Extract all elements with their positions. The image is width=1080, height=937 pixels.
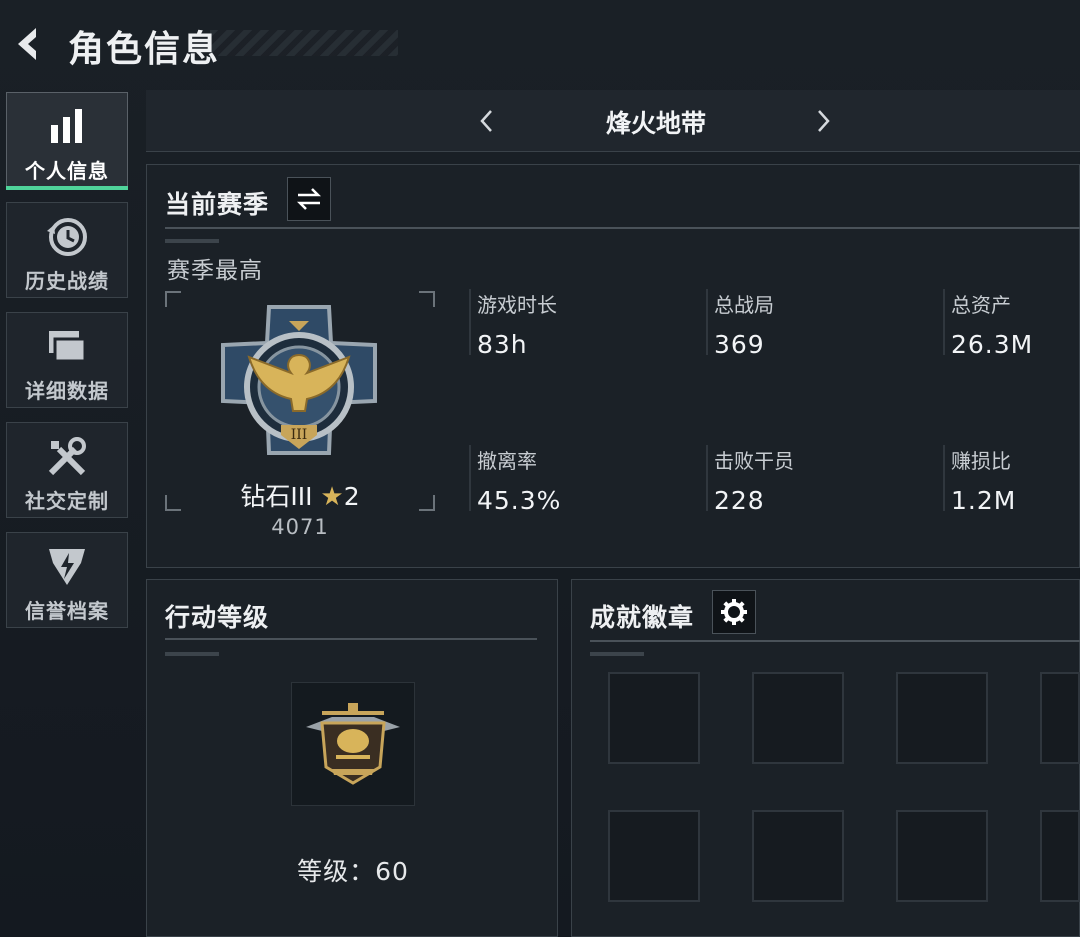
sidebar-item-social[interactable]: 社交定制 [6, 422, 128, 518]
divider-dash [165, 239, 219, 243]
divider [590, 640, 1080, 642]
action-level-value: 等级：60 [297, 857, 409, 886]
svg-text:III: III [291, 427, 308, 443]
mode-name: 烽火地带 [605, 109, 706, 138]
season-panel: 当前赛季 赛季最高 III 钻石III ★2 4071 游戏时长 83h 总战局… [146, 164, 1080, 568]
page-title: 角色信息 [68, 29, 221, 70]
star-icon: ★ [320, 482, 344, 512]
stat-label: 赚损比 [951, 449, 1011, 473]
stat-profit-loss-ratio: 赚损比 1.2M [943, 445, 1079, 515]
stat-total-assets: 总资产 26.3M [943, 289, 1079, 359]
rank-score: 4071 [271, 515, 329, 539]
sidebar-item-label: 历史战绩 [25, 269, 109, 293]
level-emblem-frame [291, 682, 415, 806]
sidebar-item-label: 社交定制 [25, 489, 109, 513]
stat-label: 撤离率 [477, 449, 537, 473]
action-level-title: 行动等级 [165, 603, 270, 632]
back-arrow-icon [18, 28, 36, 60]
stat-value: 228 [714, 486, 765, 515]
badge-slot[interactable] [1040, 672, 1080, 764]
title-decoration [210, 30, 398, 56]
top-bar: 角色信息 [0, 0, 1080, 88]
history-clock-icon [45, 215, 89, 259]
stat-value: 369 [714, 330, 765, 359]
stat-value: 83h [477, 330, 528, 359]
rank-line: 钻石III ★2 [147, 477, 453, 513]
stacked-cards-icon [45, 325, 89, 369]
stat-operators-defeated: 击败干员 228 [706, 445, 926, 515]
gear-icon [721, 599, 747, 625]
chevron-left-icon [480, 110, 492, 132]
badge-slot[interactable] [1040, 810, 1080, 902]
helicopter-emblem-icon [306, 703, 400, 785]
rank-name: 钻石III [240, 482, 313, 511]
mode-selector: 烽火地带 [146, 90, 1080, 152]
stat-value: 45.3% [477, 486, 562, 515]
sidebar-item-label: 详细数据 [25, 379, 109, 403]
rank-stars: 2 [343, 482, 360, 511]
divider-dash [165, 652, 219, 656]
stat-total-matches: 总战局 369 [706, 289, 926, 359]
divider-dash [590, 652, 644, 656]
badge-slot[interactable] [752, 810, 844, 902]
badge-slot[interactable] [608, 810, 700, 902]
stat-label: 游戏时长 [477, 293, 557, 317]
badge-slot[interactable] [896, 810, 988, 902]
divider [165, 638, 537, 640]
sidebar-item-label: 信誉档案 [25, 599, 109, 623]
sidebar-item-credit[interactable]: 信誉档案 [6, 532, 128, 628]
sidebar-item-personal-info[interactable]: 个人信息 [6, 92, 128, 190]
shield-badge-icon [45, 545, 89, 589]
season-title: 当前赛季 [165, 190, 270, 219]
badge-slot[interactable] [752, 672, 844, 764]
action-level-panel: 行动等级 等级：60 [146, 579, 558, 937]
back-button[interactable] [8, 24, 48, 64]
badges-title: 成就徽章 [590, 603, 695, 632]
stat-label: 总资产 [951, 293, 1011, 317]
season-best-label: 赛季最高 [167, 258, 263, 284]
rank-medal-icon: III [221, 305, 377, 455]
stat-value: 1.2M [951, 486, 1017, 515]
badge-settings-button[interactable] [712, 590, 756, 634]
sidebar-item-detail-data[interactable]: 详细数据 [6, 312, 128, 408]
stat-extraction-rate: 撤离率 45.3% [469, 445, 689, 515]
divider [165, 227, 1080, 229]
chevron-right-icon [818, 110, 830, 132]
badge-slot[interactable] [896, 672, 988, 764]
tools-icon [45, 435, 89, 479]
sidebar: 个人信息 历史战绩 详细数据 社交定制 信誉档案 [6, 92, 130, 642]
bar-chart-icon [45, 105, 89, 149]
stat-label: 击败干员 [714, 449, 794, 473]
achievement-badges-panel: 成就徽章 [571, 579, 1080, 937]
stat-label: 总战局 [714, 293, 774, 317]
swap-arrows-icon [296, 188, 322, 210]
badge-slot[interactable] [608, 672, 700, 764]
stat-play-time: 游戏时长 83h [469, 289, 689, 359]
sidebar-item-history[interactable]: 历史战绩 [6, 202, 128, 298]
next-mode-button[interactable] [810, 107, 836, 135]
prev-mode-button[interactable] [474, 107, 500, 135]
sidebar-item-label: 个人信息 [25, 159, 109, 183]
stat-value: 26.3M [951, 330, 1034, 359]
switch-season-button[interactable] [287, 177, 331, 221]
